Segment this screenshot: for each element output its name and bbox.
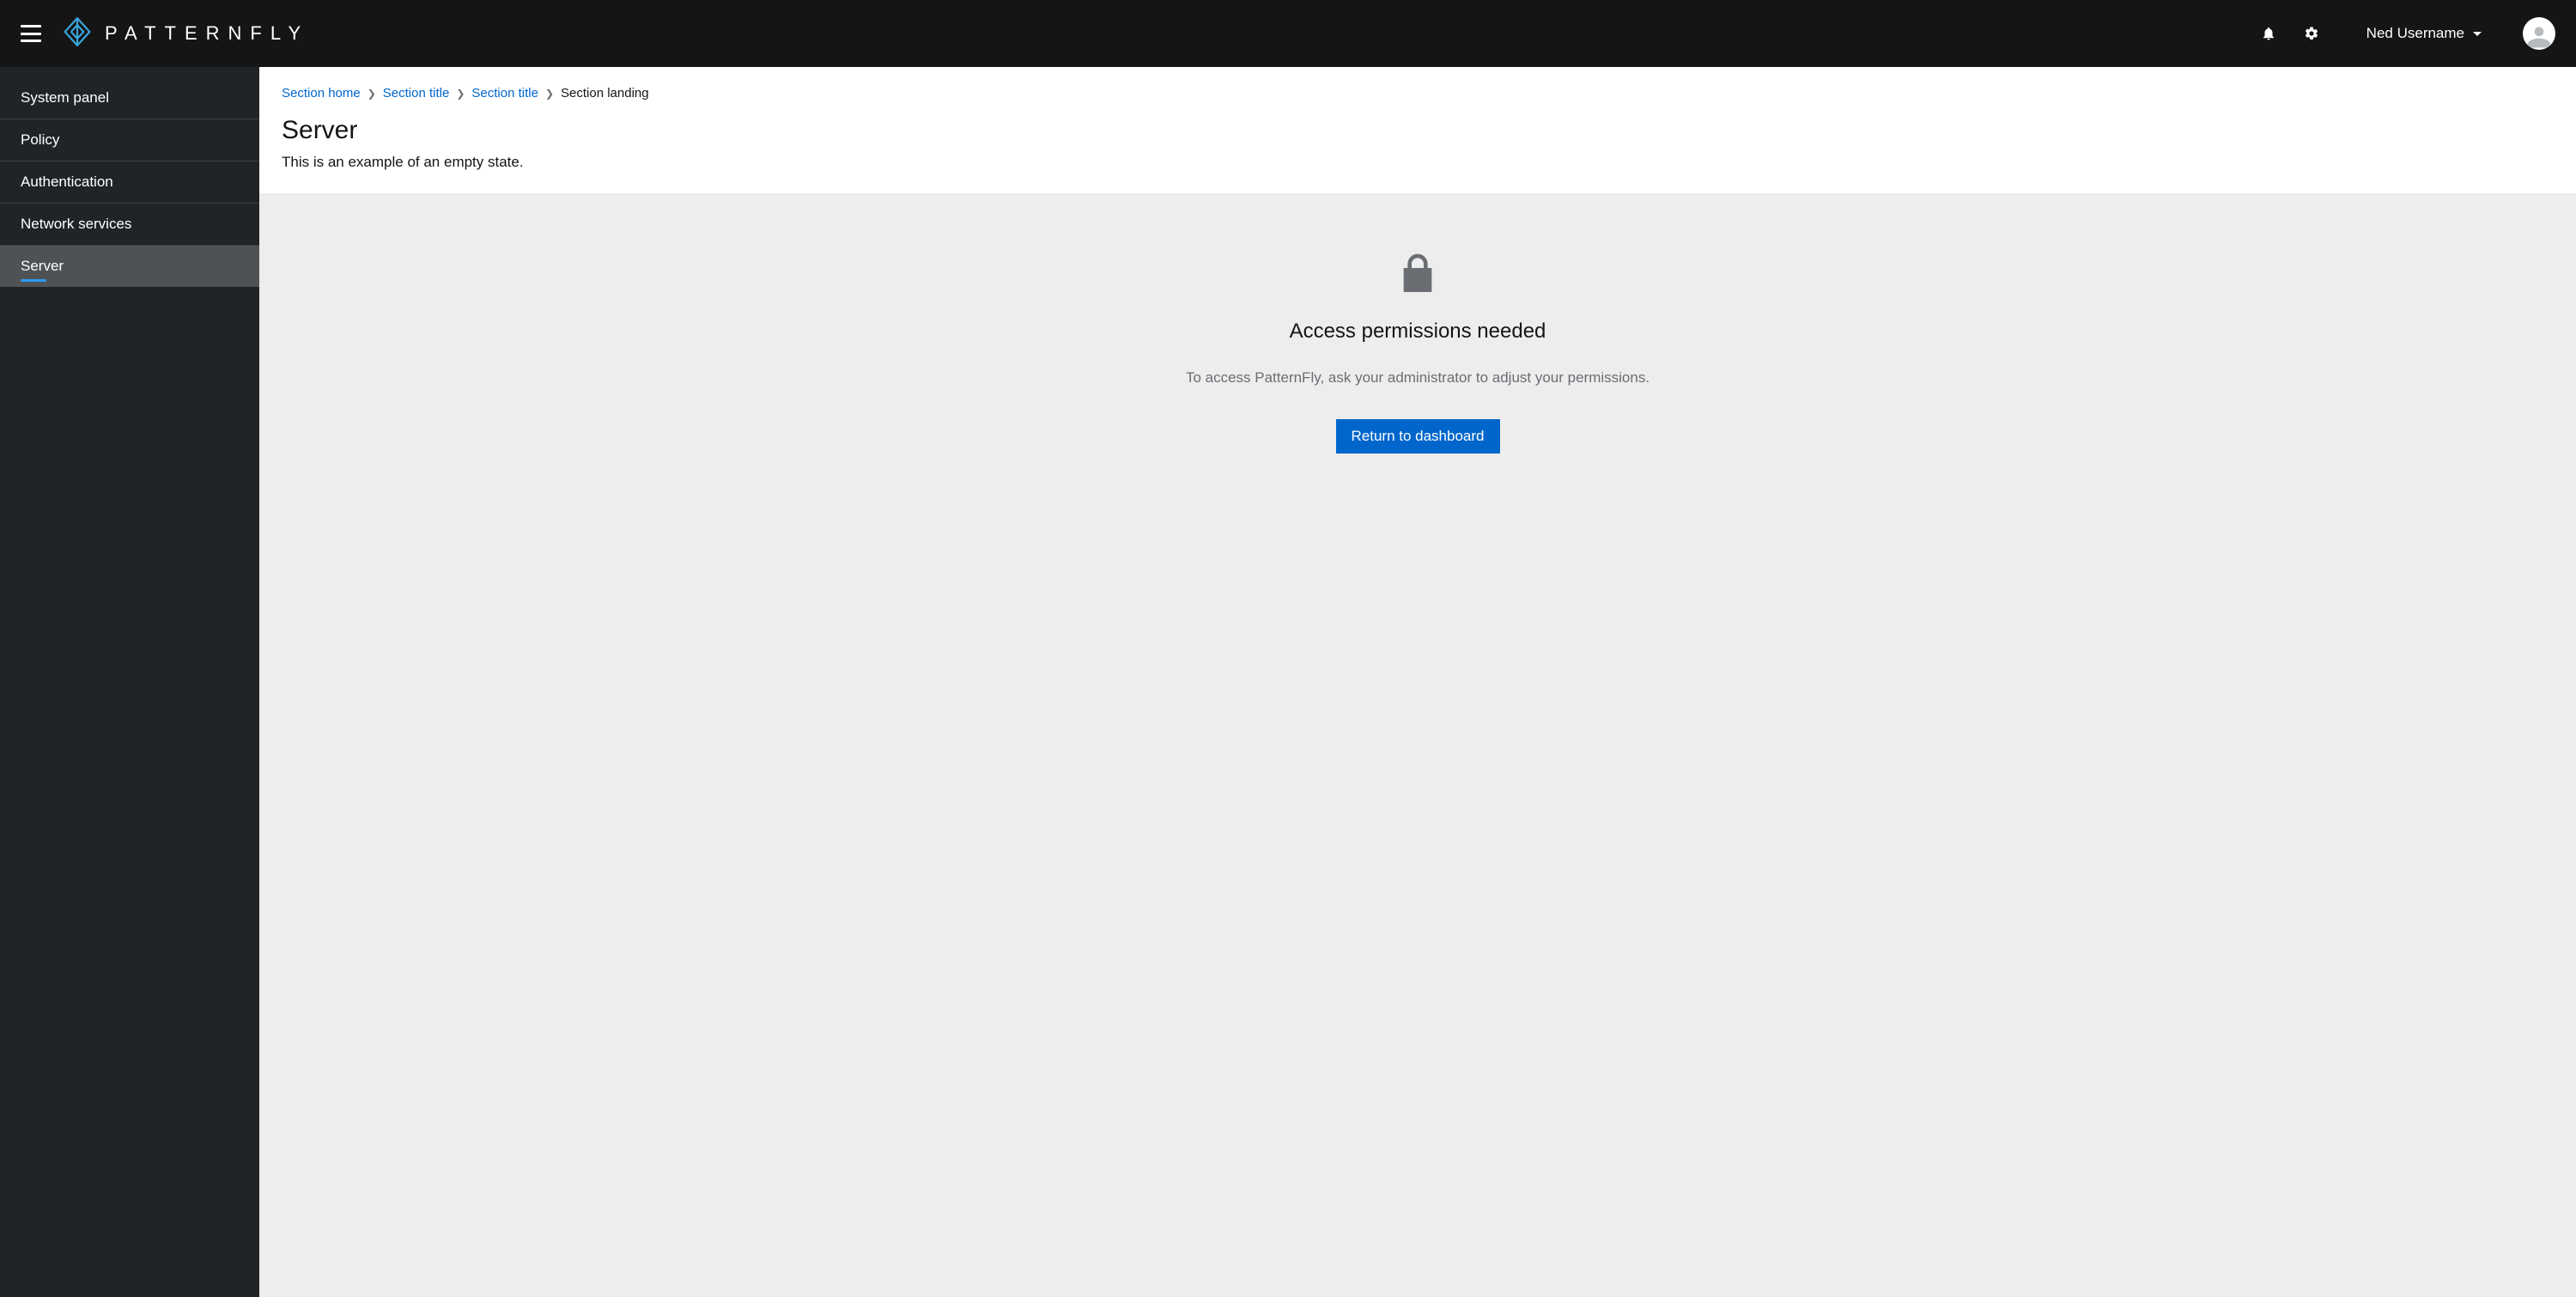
sidebar-item-policy[interactable]: Policy bbox=[0, 119, 259, 161]
empty-state-title: Access permissions needed bbox=[1290, 320, 1546, 344]
avatar[interactable] bbox=[2523, 17, 2555, 50]
empty-state-body: To access PatternFly, ask your administr… bbox=[1186, 369, 1649, 387]
page-header: Section home ❯ Section title ❯ Section t… bbox=[259, 67, 2576, 193]
page-subtitle: This is an example of an empty state. bbox=[282, 154, 2554, 171]
lock-icon bbox=[1394, 250, 1442, 302]
masthead: PATTERNFLY Ned Username bbox=[0, 0, 2576, 67]
settings-gear-icon[interactable] bbox=[2303, 25, 2320, 42]
sidebar-item-network-services[interactable]: Network services bbox=[0, 204, 259, 246]
chevron-right-icon: ❯ bbox=[456, 88, 465, 100]
empty-state: Access permissions needed To access Patt… bbox=[259, 193, 2576, 1297]
breadcrumb-link[interactable]: Section home bbox=[282, 86, 361, 100]
user-menu-toggle[interactable]: Ned Username bbox=[2366, 25, 2482, 42]
sidebar-item-system-panel[interactable]: System panel bbox=[0, 77, 259, 119]
notifications-icon[interactable] bbox=[2260, 25, 2277, 42]
breadcrumb-link[interactable]: Section title bbox=[471, 86, 538, 100]
sidebar-item-authentication[interactable]: Authentication bbox=[0, 161, 259, 204]
return-to-dashboard-button[interactable]: Return to dashboard bbox=[1336, 419, 1500, 454]
sidebar-nav: System panel Policy Authentication Netwo… bbox=[0, 67, 259, 1297]
brand-logo-icon bbox=[62, 16, 93, 52]
breadcrumb-current: Section landing bbox=[561, 86, 649, 100]
main-content: Section home ❯ Section title ❯ Section t… bbox=[259, 67, 2576, 1297]
username-label: Ned Username bbox=[2366, 25, 2464, 42]
sidebar-item-server[interactable]: Server bbox=[0, 246, 259, 287]
breadcrumb-link[interactable]: Section title bbox=[383, 86, 450, 100]
chevron-right-icon: ❯ bbox=[545, 88, 554, 100]
nav-toggle-button[interactable] bbox=[21, 25, 41, 42]
page-title: Server bbox=[282, 116, 2554, 145]
caret-down-icon bbox=[2473, 32, 2482, 36]
brand-name: PATTERNFLY bbox=[105, 22, 309, 45]
brand[interactable]: PATTERNFLY bbox=[62, 16, 309, 52]
breadcrumb: Section home ❯ Section title ❯ Section t… bbox=[282, 86, 2554, 100]
chevron-right-icon: ❯ bbox=[368, 88, 376, 100]
